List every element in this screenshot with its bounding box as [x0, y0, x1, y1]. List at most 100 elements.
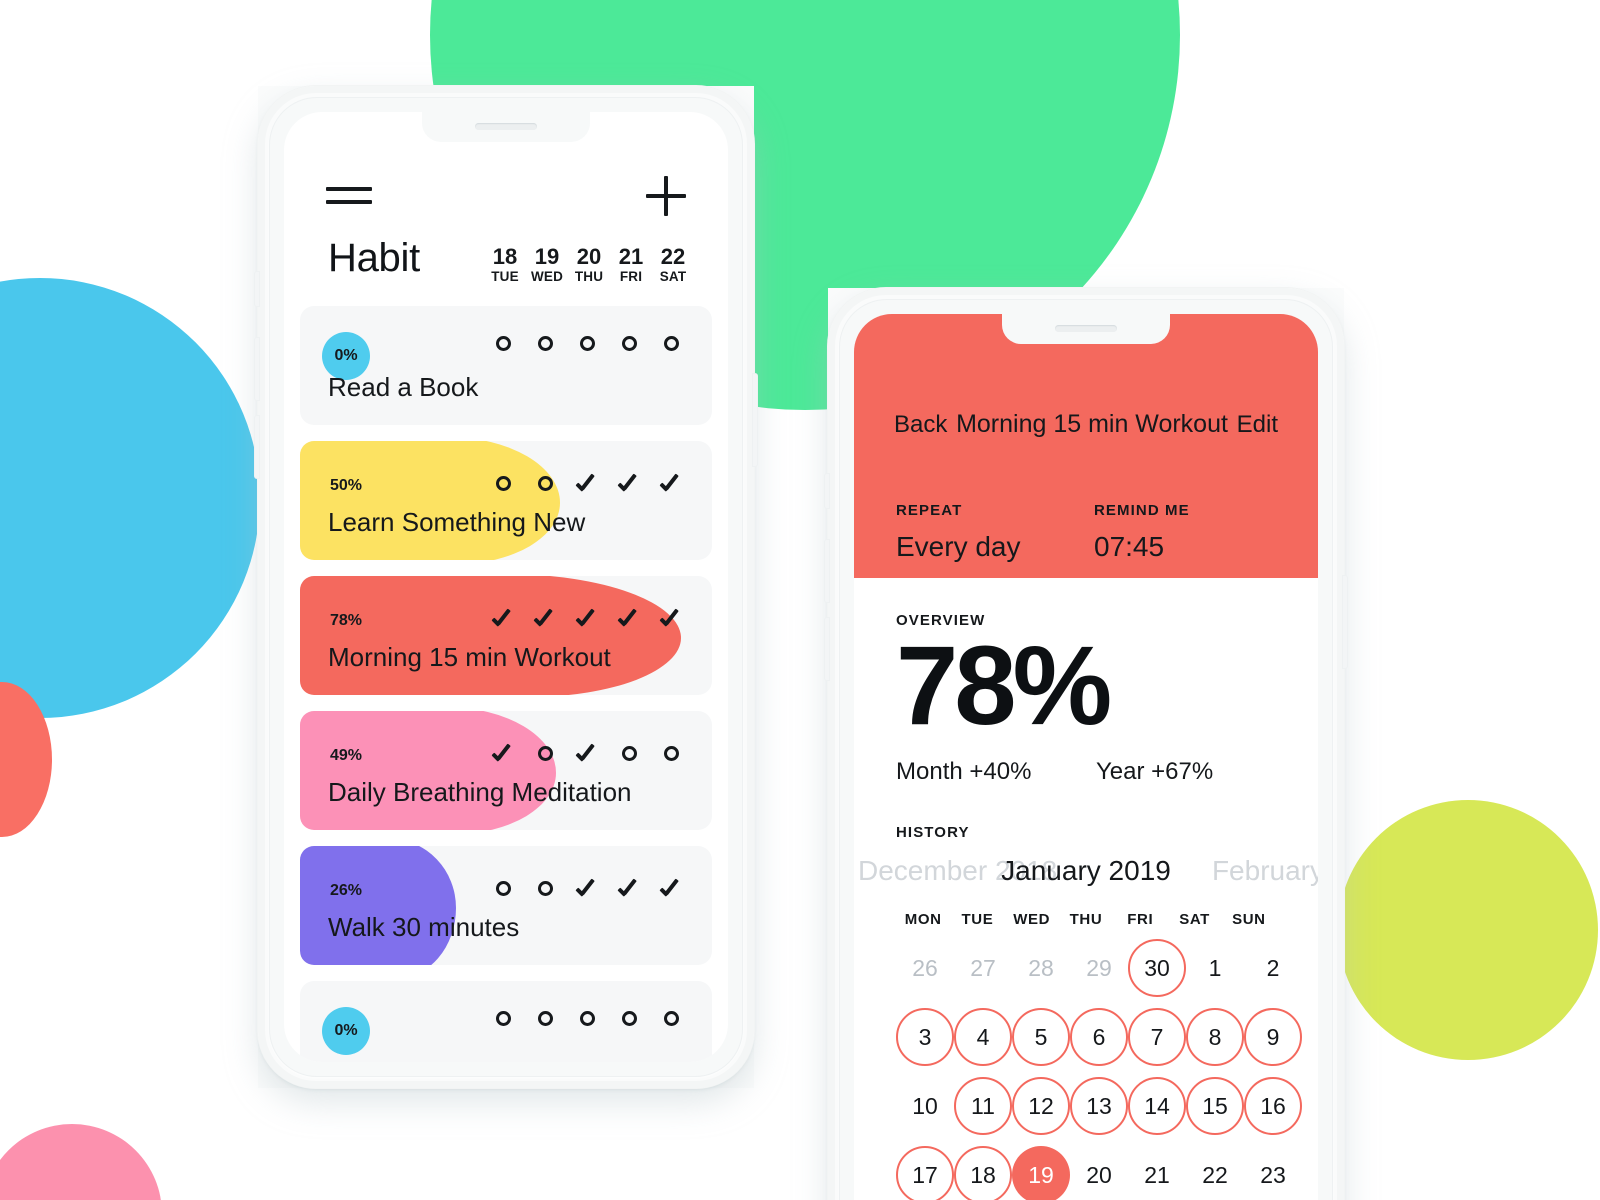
back-button[interactable]: Back [894, 411, 947, 439]
check-icon[interactable] [608, 606, 650, 630]
calendar-cell[interactable]: 15 [1186, 1076, 1244, 1137]
calendar-cell[interactable]: 21 [1128, 1145, 1186, 1200]
check-icon[interactable] [650, 606, 692, 630]
calendar-cell[interactable]: 30 [1128, 938, 1186, 999]
circle-icon[interactable] [524, 471, 566, 495]
circle-icon[interactable] [482, 1011, 524, 1026]
habit-row[interactable]: 26% Walk 30 minutes [300, 846, 712, 965]
circle-icon[interactable] [482, 876, 524, 900]
mute-switch[interactable] [255, 272, 259, 306]
next-month-label[interactable]: February [1212, 855, 1318, 887]
calendar-cell[interactable]: 20 [1070, 1145, 1128, 1200]
calendar-day: 23 [1260, 1161, 1286, 1188]
week-day-thu[interactable]: 20 THU [568, 245, 610, 284]
phone1-screen: Habit 18 TUE 19 WED 20 THU 21 FRI 22 SAT 0% Read a… [284, 112, 728, 1062]
check-icon[interactable] [566, 606, 608, 630]
calendar-cell[interactable]: 5 [1012, 1007, 1070, 1068]
power-button[interactable] [753, 374, 757, 466]
calendar-cell[interactable]: 6 [1070, 1007, 1128, 1068]
remind-label: REMIND ME [1094, 502, 1190, 519]
calendar-cell[interactable]: 11 [954, 1076, 1012, 1137]
circle-glyph [621, 745, 637, 761]
circle-icon[interactable] [524, 1011, 566, 1026]
calendar-cell[interactable]: 19 [1012, 1145, 1070, 1200]
circle-icon[interactable] [650, 336, 692, 351]
calendar-cell[interactable]: 1 [1186, 938, 1244, 999]
history-label: HISTORY [896, 823, 970, 841]
calendar-cell[interactable]: 10 [896, 1076, 954, 1137]
check-icon[interactable] [566, 741, 608, 765]
check-icon[interactable] [566, 876, 608, 900]
circle-icon[interactable] [608, 741, 650, 765]
hamburger-icon[interactable] [326, 183, 372, 209]
check-icon[interactable] [650, 876, 692, 900]
circle-icon[interactable] [650, 1011, 692, 1026]
check-icon[interactable] [482, 741, 524, 765]
calendar-cell[interactable]: 22 [1186, 1145, 1244, 1200]
calendar-cell[interactable]: 26 [896, 938, 954, 999]
circle-glyph [537, 1011, 553, 1026]
check-glyph [575, 876, 599, 900]
circle-glyph [537, 745, 553, 761]
habit-row[interactable]: 0% Read a Book [300, 306, 712, 425]
circle-icon[interactable] [608, 336, 650, 351]
week-day-tue[interactable]: 18 TUE [484, 245, 526, 284]
check-icon[interactable] [482, 606, 524, 630]
remind-field[interactable]: REMIND ME 07:45 [1078, 502, 1276, 563]
week-day-sat[interactable]: 22 SAT [652, 245, 694, 284]
habit-row[interactable]: 49% Daily Breathing Meditation [300, 711, 712, 830]
scene: Habit 18 TUE 19 WED 20 THU 21 FRI 22 SAT 0% Read a… [0, 0, 1600, 1200]
calendar-cell[interactable]: 13 [1070, 1076, 1128, 1137]
circle-icon[interactable] [524, 876, 566, 900]
calendar-cell[interactable]: 17 [896, 1145, 954, 1200]
habit-row[interactable]: 78% Morning 15 min Workout [300, 576, 712, 695]
calendar-cell[interactable]: 18 [954, 1145, 1012, 1200]
edit-button[interactable]: Edit [1237, 411, 1278, 439]
week-day-wed[interactable]: 19 WED [526, 245, 568, 284]
calendar-dow-sat: SAT [1179, 910, 1210, 928]
calendar-cell[interactable]: 4 [954, 1007, 1012, 1068]
calendar-cell[interactable]: 12 [1012, 1076, 1070, 1137]
circle-icon[interactable] [566, 1011, 608, 1026]
calendar-cell[interactable]: 29 [1070, 938, 1128, 999]
check-icon[interactable] [650, 471, 692, 495]
plus-icon[interactable] [646, 176, 686, 216]
calendar-dow-sun: SUN [1232, 910, 1266, 928]
calendar-day: 12 [1012, 1077, 1070, 1136]
habit-day-marks [482, 606, 692, 630]
circle-icon[interactable] [650, 741, 692, 765]
volume-down-button[interactable] [255, 416, 259, 478]
check-icon[interactable] [608, 471, 650, 495]
circle-glyph [537, 336, 553, 351]
circle-icon[interactable] [524, 741, 566, 765]
calendar-cell[interactable]: 28 [1012, 938, 1070, 999]
check-icon[interactable] [608, 876, 650, 900]
circle-icon[interactable] [482, 336, 524, 351]
circle-icon[interactable] [608, 1011, 650, 1026]
habit-row[interactable]: 50% Learn Something New [300, 441, 712, 560]
check-icon[interactable] [524, 606, 566, 630]
calendar-cell[interactable]: 14 [1128, 1076, 1186, 1137]
volume-down-button[interactable] [825, 618, 829, 680]
calendar-day: 14 [1128, 1077, 1186, 1136]
repeat-field[interactable]: REPEAT Every day [896, 502, 1078, 563]
calendar-cell[interactable]: 16 [1244, 1076, 1302, 1137]
calendar-cell[interactable]: 9 [1244, 1007, 1302, 1068]
calendar-cell[interactable]: 3 [896, 1007, 954, 1068]
week-day-fri[interactable]: 21 FRI [610, 245, 652, 284]
calendar-cell[interactable]: 2 [1244, 938, 1302, 999]
calendar-cell[interactable]: 7 [1128, 1007, 1186, 1068]
calendar-cell[interactable]: 23 [1244, 1145, 1302, 1200]
check-icon[interactable] [566, 471, 608, 495]
habit-row[interactable]: 0% [300, 981, 712, 1062]
power-button[interactable] [1343, 576, 1347, 668]
mute-switch[interactable] [825, 474, 829, 508]
circle-icon[interactable] [524, 336, 566, 351]
volume-up-button[interactable] [255, 338, 259, 400]
calendar-cell[interactable]: 8 [1186, 1007, 1244, 1068]
circle-icon[interactable] [482, 471, 524, 495]
calendar-cell[interactable]: 27 [954, 938, 1012, 999]
circle-icon[interactable] [566, 336, 608, 351]
check-glyph [575, 471, 599, 495]
volume-up-button[interactable] [825, 540, 829, 602]
